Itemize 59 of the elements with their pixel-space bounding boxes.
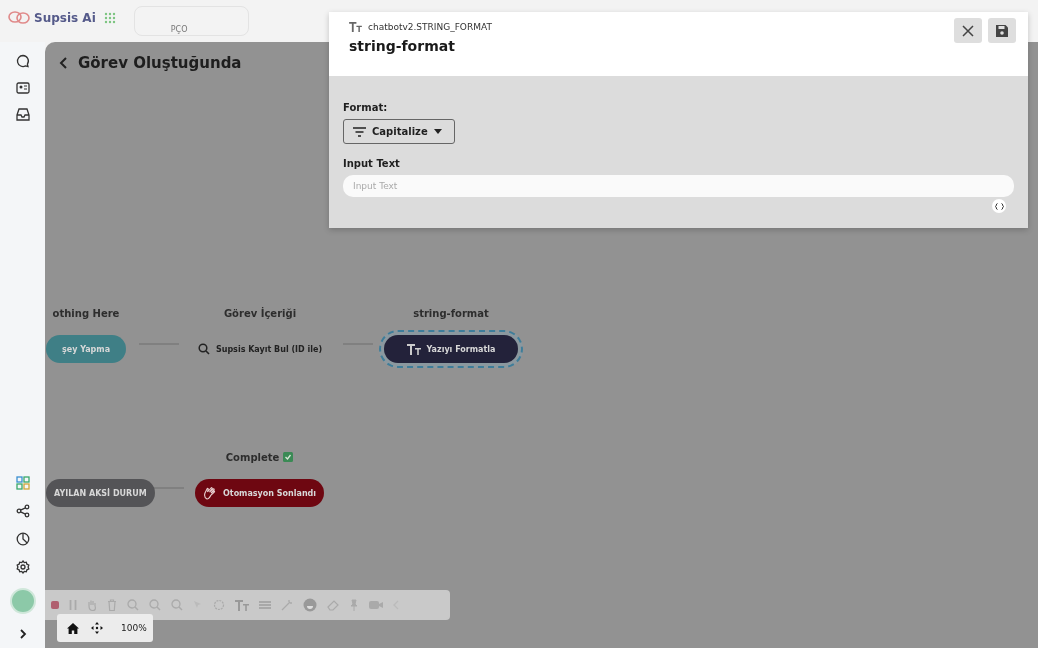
text-type-icon	[349, 22, 362, 32]
zoom-level: 100%	[121, 623, 147, 633]
flow-node[interactable]: Yazıyı Formatla	[384, 335, 518, 363]
flow-node[interactable]: AYILAN AKSİ DURUM	[46, 479, 155, 507]
share-icon[interactable]	[15, 504, 30, 518]
input-field[interactable]: Input Text	[343, 175, 1014, 197]
save-button[interactable]	[988, 18, 1016, 43]
search-icon	[197, 343, 210, 355]
hand-icon[interactable]	[87, 599, 97, 611]
zoom-icon[interactable]	[171, 599, 183, 611]
eraser-icon[interactable]	[327, 599, 339, 611]
close-icon	[962, 24, 974, 37]
node-heading: othing Here	[52, 307, 120, 319]
text-type-icon	[406, 343, 421, 355]
check-badge-icon	[283, 452, 294, 462]
pie-chart-icon[interactable]	[15, 532, 30, 546]
flow-node[interactable]: Supsis Kayıt Bul (ID ile)	[190, 335, 330, 363]
filter-icon	[353, 126, 366, 137]
workspace-tab[interactable]: PÇO	[133, 6, 249, 36]
waving-hand-icon	[203, 486, 217, 500]
node-type-label: chatbotv2.STRING_FORMAT	[368, 22, 492, 32]
flow-title: Görev Oluştuğunda	[78, 54, 242, 72]
emoji-icon[interactable]	[303, 598, 317, 612]
grid-dots-icon[interactable]	[103, 12, 116, 24]
field-label: Format:	[343, 102, 389, 113]
lasso-icon[interactable]	[213, 599, 225, 611]
record-icon[interactable]	[51, 601, 59, 609]
avatar[interactable]	[9, 588, 36, 614]
brand-name: Supsis Ai	[34, 11, 96, 25]
flow-node[interactable]: şey Yapma	[46, 335, 126, 363]
inbox-icon[interactable]	[15, 108, 30, 121]
pause-icon[interactable]	[69, 600, 77, 610]
settings-icon[interactable]	[15, 560, 30, 574]
magic-wand-icon[interactable]	[281, 599, 293, 611]
flow-node[interactable]: Otomasyon Sonlandı	[195, 479, 325, 507]
zoom-icon[interactable]	[127, 599, 139, 611]
node-heading: string-format	[413, 307, 489, 319]
back-chevron-icon[interactable]	[59, 56, 68, 70]
caret-down-icon	[433, 129, 442, 134]
close-button[interactable]	[954, 18, 982, 43]
node-heading: Complete	[225, 451, 280, 463]
move-arrows-icon[interactable]	[91, 622, 103, 634]
chat-bubbles-logo-icon	[8, 11, 30, 25]
variable-braces-icon[interactable]	[992, 199, 1006, 213]
text-tool-icon[interactable]	[235, 599, 249, 611]
trash-icon[interactable]	[107, 599, 117, 611]
chevron-right-icon[interactable]	[18, 628, 27, 640]
field-label: Input Text	[343, 158, 401, 169]
home-icon[interactable]	[67, 622, 79, 634]
node-heading: Görev İçeriği	[223, 307, 297, 319]
video-icon[interactable]	[369, 600, 383, 610]
apps-grid-icon[interactable]	[15, 476, 30, 490]
zoom-icon[interactable]	[149, 599, 161, 611]
panel-title: string-format	[349, 38, 456, 54]
contact-card-icon[interactable]	[15, 82, 30, 94]
pin-icon[interactable]	[349, 599, 359, 611]
chat-bubble-icon[interactable]	[15, 54, 30, 68]
format-dropdown[interactable]: Capitalize	[343, 119, 455, 144]
lines-icon[interactable]	[259, 600, 271, 610]
